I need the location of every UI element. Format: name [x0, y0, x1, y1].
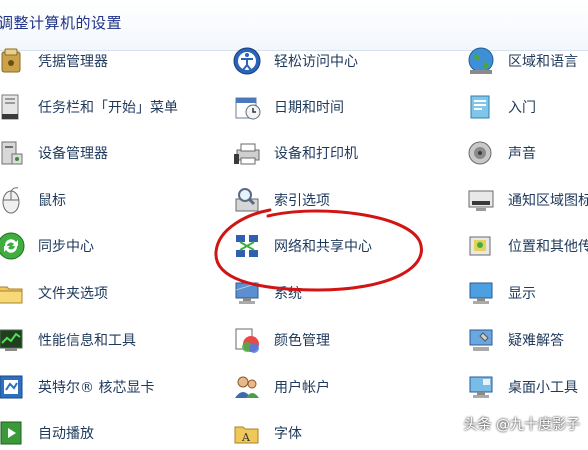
device-manager-icon — [0, 138, 26, 168]
cp-item-devices-printers[interactable]: 设备和打印机 — [232, 136, 358, 170]
cp-item-display[interactable]: 显示 — [466, 276, 536, 310]
cp-item-label: 自动播放 — [38, 426, 94, 442]
folder-options-icon — [0, 278, 26, 308]
cp-item-location-sensors[interactable]: 位置和其他传 — [466, 229, 588, 263]
cp-item-label: 区域和语言 — [508, 54, 578, 70]
intel-graphics-icon — [0, 372, 26, 402]
indexing-options-icon — [232, 185, 262, 215]
date-time-icon — [232, 92, 262, 122]
cp-item-fonts[interactable]: A 字体 — [232, 416, 302, 450]
cp-item-label: 颜色管理 — [274, 333, 330, 349]
sound-icon — [466, 138, 496, 168]
autoplay-icon — [0, 418, 26, 448]
watermark: 头条 @九十度影子 — [463, 417, 580, 433]
cp-item-label: 轻松访问中心 — [274, 54, 358, 70]
troubleshooting-icon — [466, 325, 496, 355]
cp-item-label: 设备管理器 — [38, 146, 108, 162]
getting-started-icon — [466, 92, 496, 122]
cp-item-label: 索引选项 — [274, 193, 330, 209]
cp-item-label: 网络和共享中心 — [274, 239, 372, 255]
cp-item-label: 疑难解答 — [508, 333, 564, 349]
location-sensors-icon — [466, 231, 496, 261]
display-icon — [466, 278, 496, 308]
cp-item-label: 位置和其他传 — [508, 239, 588, 255]
cp-item-label: 显示 — [508, 286, 536, 302]
page-title: 调整计算机的设置 — [0, 14, 123, 32]
cp-item-autoplay[interactable]: 自动播放 — [0, 416, 94, 450]
cp-item-region-language[interactable]: 区域和语言 — [466, 44, 578, 78]
page-header: 调整计算机的设置 — [0, 0, 588, 50]
cp-item-notification-area[interactable]: 通知区域图标 — [466, 183, 588, 217]
cp-item-sync-center[interactable]: 同步中心 — [0, 229, 94, 263]
fonts-icon: A — [232, 418, 262, 448]
cp-item-label: 声音 — [508, 146, 536, 162]
cp-item-getting-started[interactable]: 入门 — [466, 90, 536, 124]
cp-item-label: 字体 — [274, 426, 302, 442]
cp-item-label: 设备和打印机 — [274, 146, 358, 162]
system-icon — [232, 278, 262, 308]
cp-item-credential-manager[interactable]: 凭据管理器 — [0, 44, 108, 78]
cp-item-label: 通知区域图标 — [508, 193, 588, 209]
cp-item-label: 凭据管理器 — [38, 54, 108, 70]
cp-item-network-sharing[interactable]: 网络和共享中心 — [232, 229, 372, 263]
cp-item-mouse[interactable]: 鼠标 — [0, 183, 66, 217]
cp-item-indexing-options[interactable]: 索引选项 — [232, 183, 330, 217]
cp-item-device-manager[interactable]: 设备管理器 — [0, 136, 108, 170]
devices-printers-icon — [232, 138, 262, 168]
cp-item-intel-graphics[interactable]: 英特尔® 核芯显卡 — [0, 370, 154, 404]
cp-item-desktop-gadgets[interactable]: 桌面小工具 — [466, 370, 578, 404]
cp-item-label: 用户帐户 — [274, 380, 330, 396]
credential-manager-icon — [0, 46, 26, 76]
cp-item-ease-of-access[interactable]: 轻松访问中心 — [232, 44, 358, 78]
cp-item-taskbar-start-menu[interactable]: 任务栏和「开始」菜单 — [0, 90, 178, 124]
user-accounts-icon — [232, 372, 262, 402]
performance-icon — [0, 325, 26, 355]
cp-item-date-time[interactable]: 日期和时间 — [232, 90, 344, 124]
cp-item-label: 任务栏和「开始」菜单 — [38, 100, 178, 116]
notification-area-icon — [466, 185, 496, 215]
cp-item-label: 入门 — [508, 100, 536, 116]
cp-item-label: 同步中心 — [38, 239, 94, 255]
region-language-icon — [466, 46, 496, 76]
cp-item-label: 英特尔® 核芯显卡 — [38, 380, 155, 396]
cp-item-label: 性能信息和工具 — [38, 333, 136, 349]
cp-item-folder-options[interactable]: 文件夹选项 — [0, 276, 108, 310]
cp-item-label: 文件夹选项 — [38, 286, 108, 302]
cp-item-label: 日期和时间 — [274, 100, 344, 116]
taskbar-start-menu-icon — [0, 92, 26, 122]
cp-item-system[interactable]: 系统 — [232, 276, 302, 310]
network-sharing-icon — [232, 231, 262, 261]
cp-item-label: 鼠标 — [38, 193, 66, 209]
cp-item-label: 系统 — [274, 286, 302, 302]
mouse-icon — [0, 185, 26, 215]
cp-item-user-accounts[interactable]: 用户帐户 — [232, 370, 330, 404]
cp-item-label: 桌面小工具 — [508, 380, 578, 396]
cp-item-performance[interactable]: 性能信息和工具 — [0, 323, 136, 357]
ease-of-access-icon — [232, 46, 262, 76]
sync-center-icon — [0, 231, 26, 261]
desktop-gadgets-icon — [466, 372, 496, 402]
cp-item-troubleshooting[interactable]: 疑难解答 — [466, 323, 564, 357]
cp-item-color-management[interactable]: 颜色管理 — [232, 323, 330, 357]
cp-item-sound[interactable]: 声音 — [466, 136, 536, 170]
color-management-icon — [232, 325, 262, 355]
